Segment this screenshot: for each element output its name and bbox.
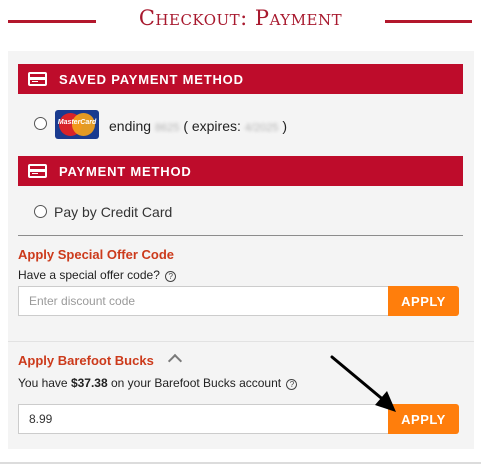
offer-code-question: Have a special offer code? ? <box>18 268 177 282</box>
close-paren: ) <box>282 118 287 134</box>
barefoot-bucks-balance: You have $37.38 on your Barefoot Bucks a… <box>18 376 298 390</box>
credit-card-icon <box>28 72 47 86</box>
balance-prefix: You have <box>18 376 68 390</box>
pay-by-credit-card-radio[interactable] <box>34 205 47 218</box>
discount-code-input[interactable] <box>18 286 389 316</box>
title-rule-right <box>385 20 472 23</box>
divider <box>18 235 463 236</box>
question-circle-icon[interactable]: ? <box>165 271 177 282</box>
pay-by-credit-card-label[interactable]: Pay by Credit Card <box>54 204 172 220</box>
offer-question-text: Have a special offer code? <box>18 268 160 282</box>
page-title: Checkout: Payment <box>138 6 343 30</box>
card-last4: 8625 <box>154 122 180 134</box>
balance-amount: $37.38 <box>70 376 108 390</box>
offer-code-title: Apply Special Offer Code <box>18 247 175 262</box>
saved-payment-method-header: SAVED PAYMENT METHOD <box>18 64 463 94</box>
card-expiry: 4/2025 <box>244 122 279 134</box>
expires-label: ( expires: <box>183 118 241 134</box>
barefoot-bucks-title[interactable]: Apply Barefoot Bucks <box>18 353 154 368</box>
apply-discount-button[interactable]: APPLY <box>388 286 459 316</box>
barefoot-bucks-input[interactable] <box>18 404 389 434</box>
apply-bucks-button[interactable]: APPLY <box>388 404 459 434</box>
section-title: SAVED PAYMENT METHOD <box>59 72 244 87</box>
saved-card-details: ending 8625 ( expires: 4/2025 ) <box>109 118 287 134</box>
mastercard-logo-text: MasterCard <box>57 119 97 126</box>
credit-card-icon <box>28 164 47 178</box>
saved-card-radio[interactable] <box>34 117 47 130</box>
payment-method-header: PAYMENT METHOD <box>18 156 463 186</box>
mastercard-logo: MasterCard <box>55 110 99 139</box>
bottom-border <box>0 462 481 464</box>
page-header: Checkout: Payment <box>0 6 481 36</box>
balance-suffix: on your Barefoot Bucks account <box>111 376 282 390</box>
question-circle-icon[interactable]: ? <box>286 379 298 390</box>
title-rule-left <box>8 20 96 23</box>
section-title: PAYMENT METHOD <box>59 164 192 179</box>
ending-label: ending <box>109 118 152 134</box>
